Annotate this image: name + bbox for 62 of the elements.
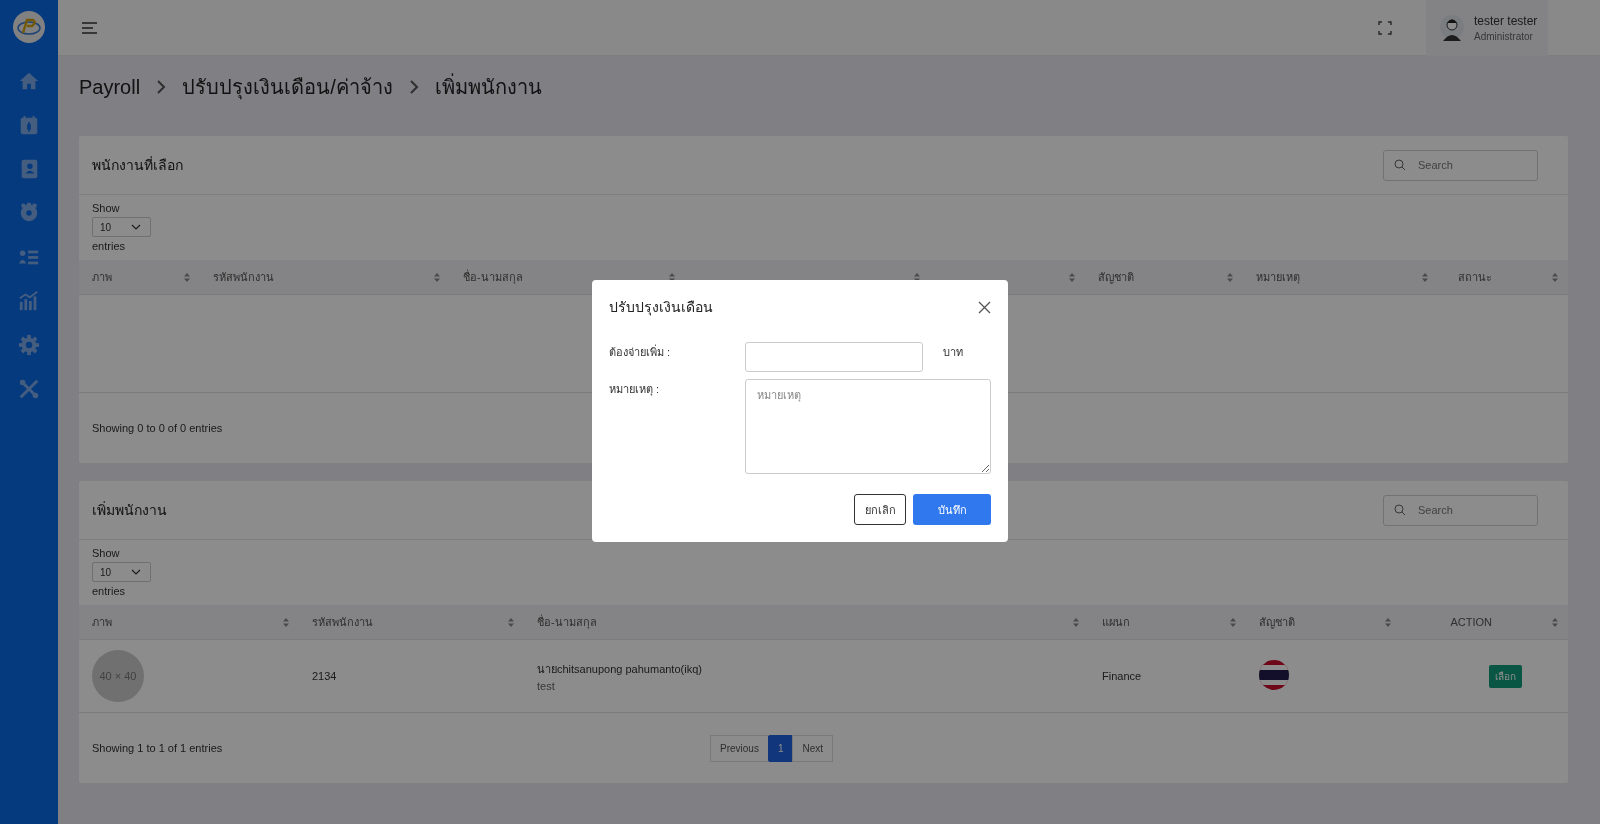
note-input[interactable]: หมายเหตุ xyxy=(745,379,991,474)
sort-icon[interactable] xyxy=(669,272,675,282)
search-icon xyxy=(1394,504,1406,516)
unit-label: บาท xyxy=(942,345,964,360)
menu-icon[interactable] xyxy=(81,20,99,35)
chevron-icon xyxy=(156,80,167,94)
column-header[interactable]: ACTION xyxy=(1450,616,1492,628)
entries-label: entries xyxy=(92,585,126,597)
field-label: หมายเหตุ : xyxy=(609,382,661,398)
table-cell: 2134 xyxy=(312,670,337,682)
column-header[interactable]: ชื่อ-นามสกุล xyxy=(463,268,523,286)
column-header[interactable]: รหัสพนักงาน xyxy=(213,268,274,286)
column-header[interactable]: สถานะ xyxy=(1458,268,1492,286)
user-name: tester tester xyxy=(1474,13,1538,28)
employee-name: นายchitsanupong pahumanto(ikq) xyxy=(537,662,703,677)
column-header[interactable]: หมายเหตุ xyxy=(1256,268,1300,286)
chevron-icon xyxy=(408,80,419,94)
pagination-button[interactable]: Next xyxy=(792,734,833,762)
bar-chart-icon[interactable] xyxy=(18,290,40,312)
card-title: พนักงานที่เลือก xyxy=(92,155,183,175)
column-header[interactable]: สัญชาติ xyxy=(1259,613,1295,631)
entries-label: entries xyxy=(92,240,126,252)
sort-icon[interactable] xyxy=(914,272,920,282)
card-title: เพิ่มพนักงาน xyxy=(92,500,167,520)
column-header[interactable]: ภาพ xyxy=(92,613,112,631)
fullscreen-icon[interactable] xyxy=(1378,20,1392,35)
breadcrumb-item[interactable]: Payroll xyxy=(79,75,141,99)
breadcrumb-item[interactable]: ปรับปรุงเงินเดือน/ค่าจ้าง xyxy=(182,71,393,103)
show-label: Show xyxy=(92,202,120,214)
close-icon[interactable] xyxy=(978,300,991,314)
employee-note: test xyxy=(537,680,556,692)
column-header[interactable]: สัญชาติ xyxy=(1098,268,1134,286)
show-label: Show xyxy=(92,547,120,559)
pagination-button[interactable]: 1 xyxy=(767,734,794,762)
caret-icon xyxy=(131,224,141,230)
page-size-select[interactable]: 10 xyxy=(92,217,151,237)
search-icon xyxy=(1394,159,1406,171)
logo-icon[interactable] xyxy=(13,11,45,43)
tools-icon[interactable] xyxy=(18,378,40,400)
search-field[interactable]: Search xyxy=(1383,149,1538,181)
home-icon[interactable] xyxy=(18,70,40,92)
modal-title: ปรับปรุงเงินเดือน xyxy=(609,298,713,318)
avatar-icon[interactable] xyxy=(1440,14,1464,41)
select-button[interactable]: เลือก xyxy=(1489,664,1522,688)
cancel-button[interactable]: ยกเลิก xyxy=(854,494,906,525)
page-size-select[interactable]: 10 xyxy=(92,562,151,582)
save-button[interactable]: บันทึก xyxy=(913,494,991,525)
pagination-button[interactable]: Previous xyxy=(709,734,769,762)
amount-input[interactable] xyxy=(745,342,923,372)
search-field[interactable]: Search xyxy=(1383,494,1538,526)
thai-flag-icon xyxy=(1259,660,1289,690)
column-header[interactable]: แผนก xyxy=(1102,613,1130,631)
column-header[interactable]: รหัสพนักงาน xyxy=(312,613,373,631)
breadcrumb-item: เพิ่มพนักงาน xyxy=(434,71,542,103)
field-label: ต้องจ่ายเพิ่ม : xyxy=(609,343,672,360)
entries-info: Showing 0 to 0 of 0 entries xyxy=(92,422,223,434)
table-cell: Finance xyxy=(1102,670,1142,682)
column-header[interactable]: ภาพ xyxy=(92,268,112,286)
column-header[interactable]: ชื่อ-นามสกุล xyxy=(537,613,597,631)
entries-info: Showing 1 to 1 of 1 entries xyxy=(92,742,223,754)
user-role: Administrator xyxy=(1474,30,1534,42)
caret-icon xyxy=(131,569,141,575)
